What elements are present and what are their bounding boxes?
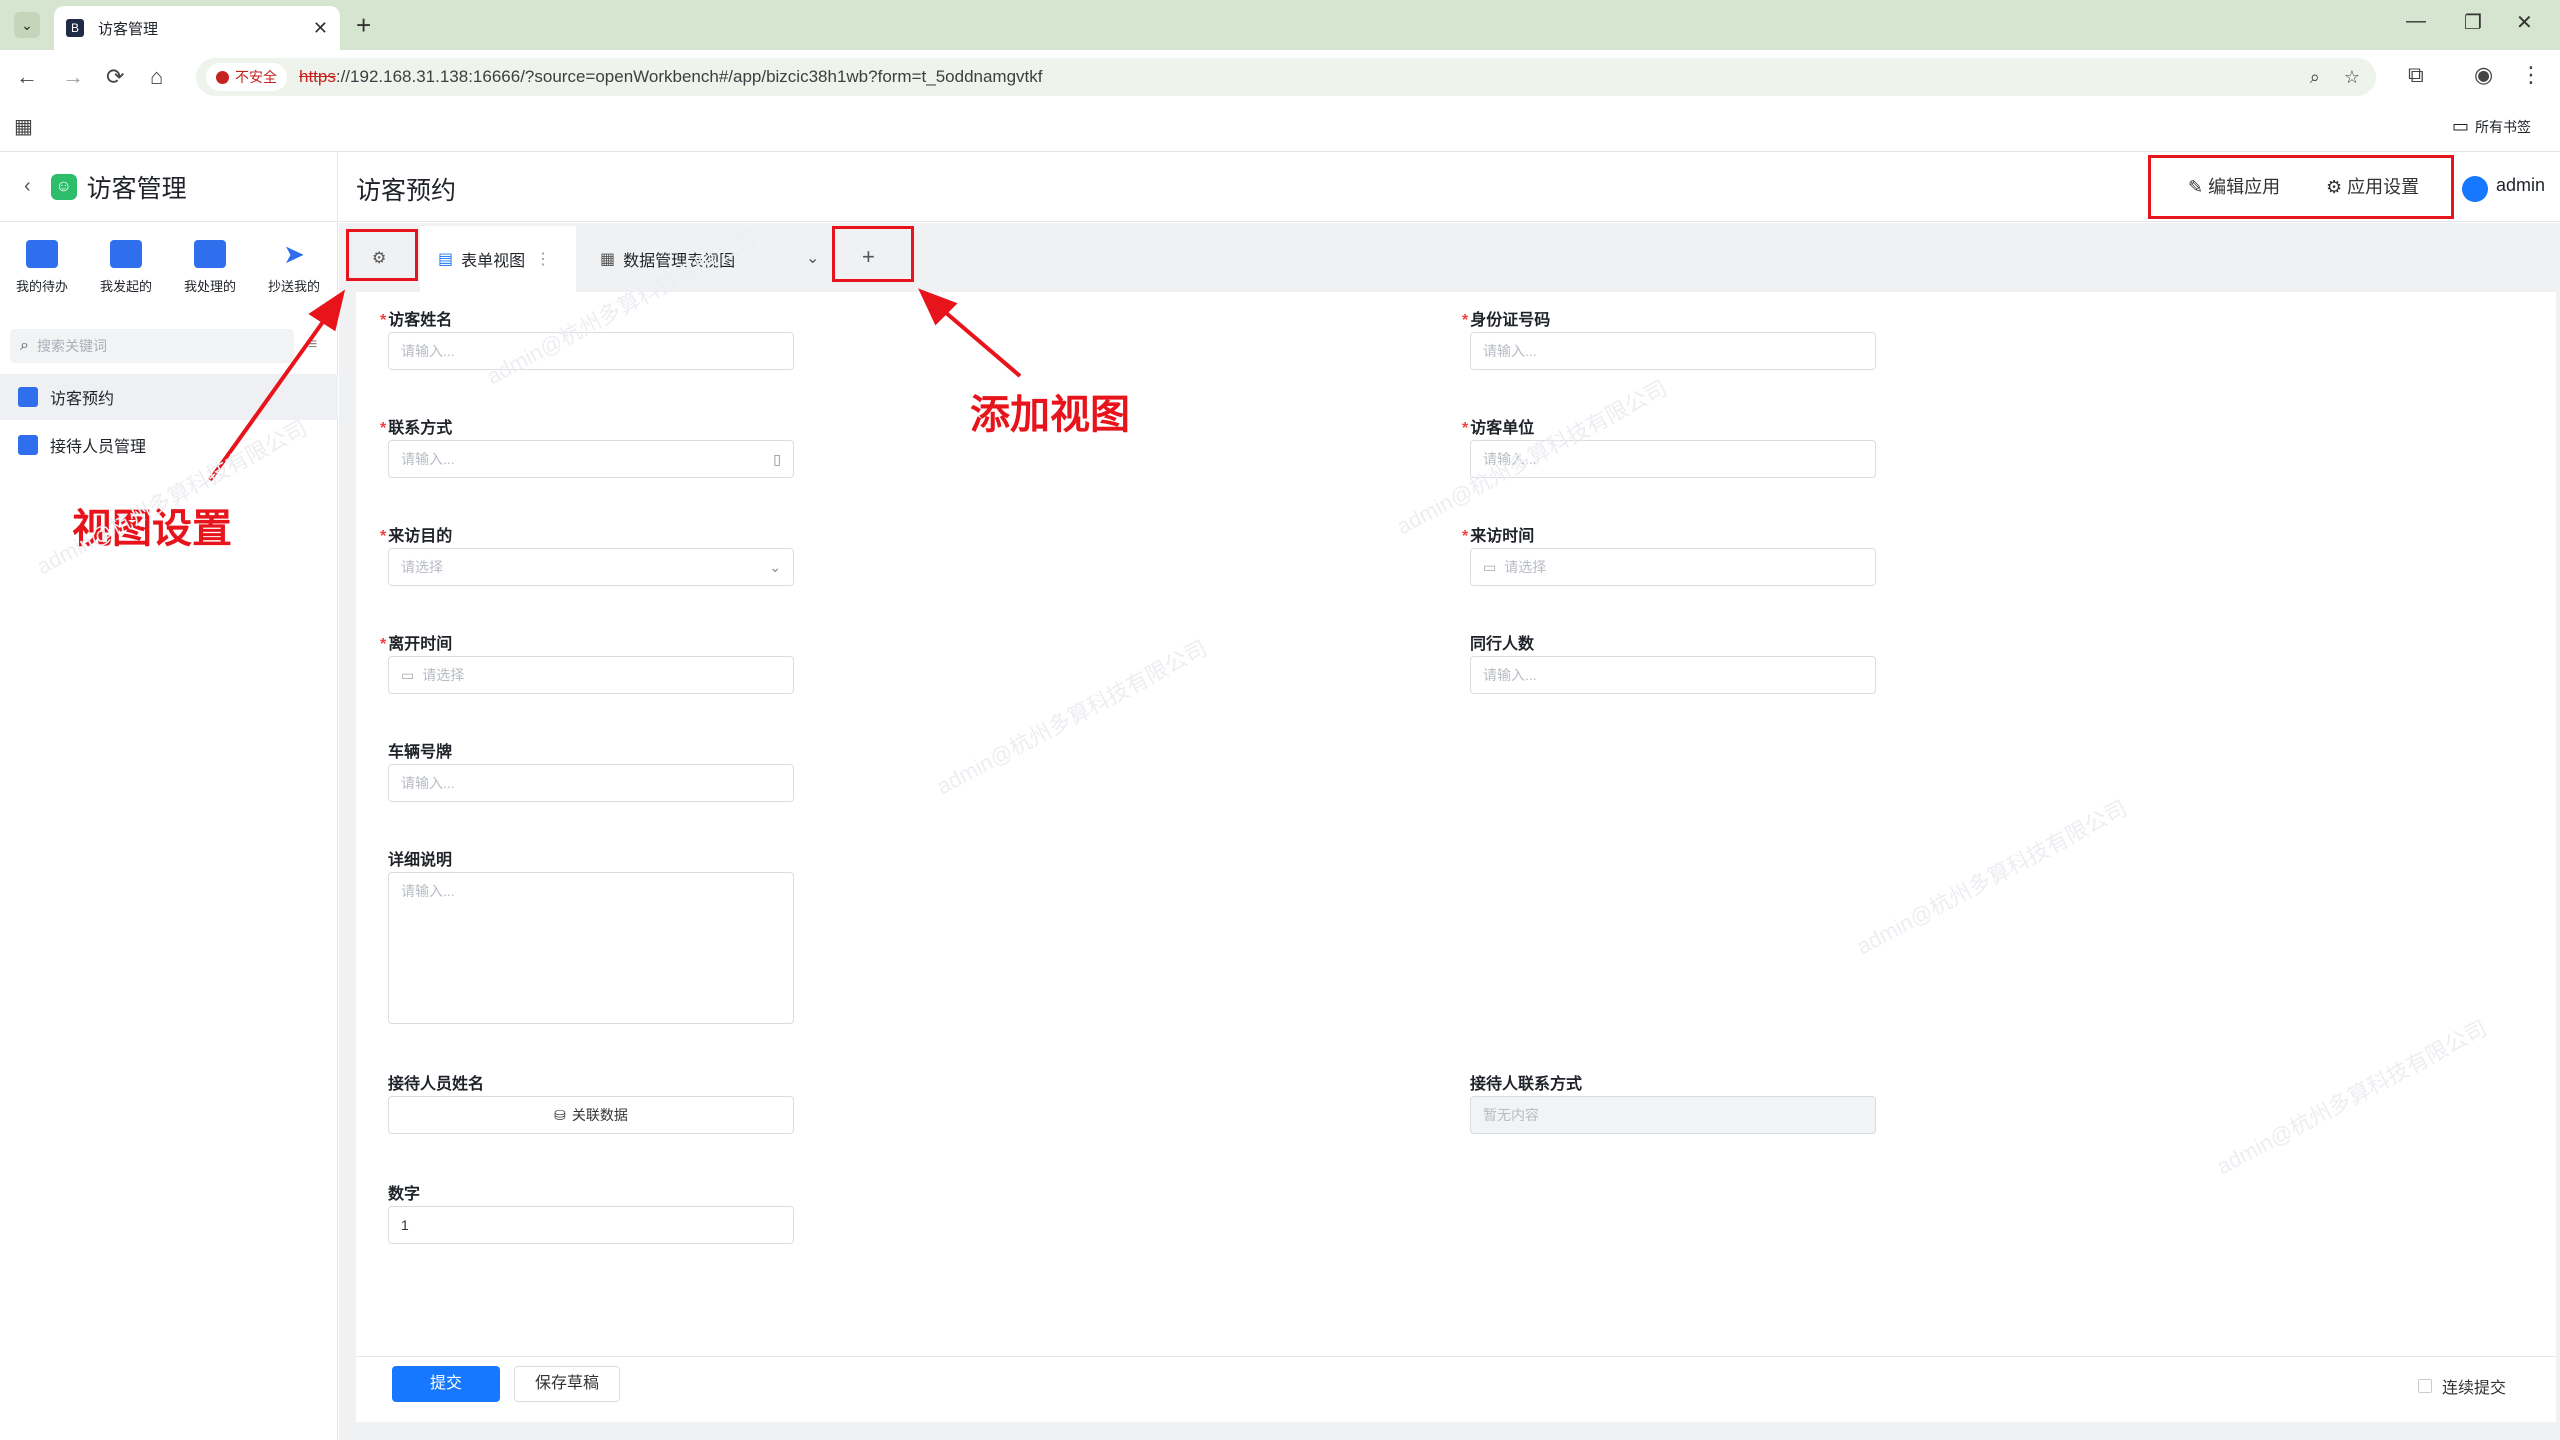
empty-value: 暂无内容 bbox=[1483, 1107, 1539, 1123]
label-text: 详细说明 bbox=[388, 852, 453, 869]
placeholder: 请选择 bbox=[401, 559, 443, 575]
link-data-label: 关联数据 bbox=[571, 1107, 628, 1123]
label-number: 数字 bbox=[388, 1180, 420, 1204]
contact-input[interactable]: 请输入... ▯ bbox=[388, 440, 794, 478]
placeholder: 请输入... bbox=[1483, 343, 1537, 359]
label-id-number: * 身份证号码 bbox=[1462, 306, 1550, 330]
label-text: 来访目的 bbox=[388, 528, 453, 545]
checkbox-box bbox=[2418, 1379, 2432, 1393]
submit-button[interactable]: 提交 bbox=[392, 1366, 500, 1402]
required-mark: * bbox=[1462, 312, 1469, 329]
label-text: 联系方式 bbox=[388, 420, 453, 437]
label-companions: 同行人数 bbox=[1470, 630, 1534, 654]
details-textarea[interactable]: 请输入... bbox=[388, 872, 794, 1024]
required-mark: * bbox=[380, 636, 387, 653]
calendar-icon: ▭ bbox=[401, 666, 415, 683]
leave-time-picker[interactable]: ▭ 请选择 bbox=[388, 656, 794, 694]
annotation-add-view: 添加视图 bbox=[970, 393, 1130, 437]
label-text: 数字 bbox=[388, 1186, 421, 1203]
label-purpose: * 来访目的 bbox=[380, 522, 452, 546]
required-mark: * bbox=[380, 420, 387, 437]
annotation-arrows bbox=[208, 288, 1022, 482]
phone-icon: ▯ bbox=[773, 450, 781, 467]
label-text: 来访时间 bbox=[1470, 528, 1535, 545]
required-mark: * bbox=[380, 312, 387, 329]
visit-time-picker[interactable]: ▭ 请选择 bbox=[1470, 548, 1876, 586]
label-plate: 车辆号牌 bbox=[388, 738, 452, 762]
label-text: 接待人员姓名 bbox=[388, 1076, 485, 1093]
companions-input[interactable]: 请输入... bbox=[1470, 656, 1876, 694]
chevron-down-icon: ⌄ bbox=[769, 558, 781, 575]
calendar-icon: ▭ bbox=[1483, 558, 1497, 575]
number-input[interactable]: 1 bbox=[388, 1206, 794, 1244]
save-draft-button[interactable]: 保存草稿 bbox=[514, 1366, 620, 1402]
label-visit-time: * 来访时间 bbox=[1462, 522, 1534, 546]
label-text: 身份证号码 bbox=[1470, 312, 1551, 329]
placeholder: 请输入... bbox=[1483, 667, 1537, 683]
label-contact: * 联系方式 bbox=[380, 414, 452, 438]
label-receptionist-contact: 接待人联系方式 bbox=[1470, 1070, 1582, 1094]
continuous-submit-checkbox[interactable]: 连续提交 bbox=[2418, 1374, 2506, 1398]
receptionist-contact-field: 暂无内容 bbox=[1470, 1096, 1876, 1134]
id-number-input[interactable]: 请输入... bbox=[1470, 332, 1876, 370]
placeholder: 请输入... bbox=[401, 775, 455, 791]
label-details: 详细说明 bbox=[388, 846, 452, 870]
number-value: 1 bbox=[401, 1217, 409, 1233]
label-receptionist: 接待人员姓名 bbox=[388, 1070, 484, 1094]
arrow-head-view-settings bbox=[308, 289, 346, 332]
label-text: 接待人联系方式 bbox=[1470, 1076, 1583, 1093]
placeholder: 请输入... bbox=[401, 883, 455, 899]
placeholder: 请选择 bbox=[1504, 559, 1547, 575]
placeholder: 请输入... bbox=[401, 451, 455, 467]
label-text: 同行人数 bbox=[1470, 636, 1535, 653]
placeholder: 请输入... bbox=[401, 343, 455, 359]
required-mark: * bbox=[1462, 528, 1469, 545]
database-icon: ⛁ bbox=[554, 1106, 566, 1123]
label-text: 访客单位 bbox=[1470, 420, 1535, 437]
arrow-line-add-view bbox=[936, 304, 1022, 378]
label-leave-time: * 离开时间 bbox=[380, 630, 452, 654]
placeholder: 请选择 bbox=[422, 667, 465, 683]
required-mark: * bbox=[380, 528, 387, 545]
label-visitor-name: * 访客姓名 bbox=[380, 306, 452, 330]
purpose-select[interactable]: 请选择 ⌄ bbox=[388, 548, 794, 586]
footer-divider bbox=[356, 1356, 2556, 1357]
label-text: 离开时间 bbox=[388, 636, 453, 653]
label-company: * 访客单位 bbox=[1462, 414, 1534, 438]
label-text: 访客姓名 bbox=[388, 312, 453, 329]
required-mark: * bbox=[1462, 420, 1469, 437]
label-text: 车辆号牌 bbox=[388, 744, 453, 761]
plate-input[interactable]: 请输入... bbox=[388, 764, 794, 802]
continuous-submit-label: 连续提交 bbox=[2442, 1380, 2507, 1397]
link-data-button[interactable]: ⛁ 关联数据 bbox=[388, 1096, 794, 1134]
